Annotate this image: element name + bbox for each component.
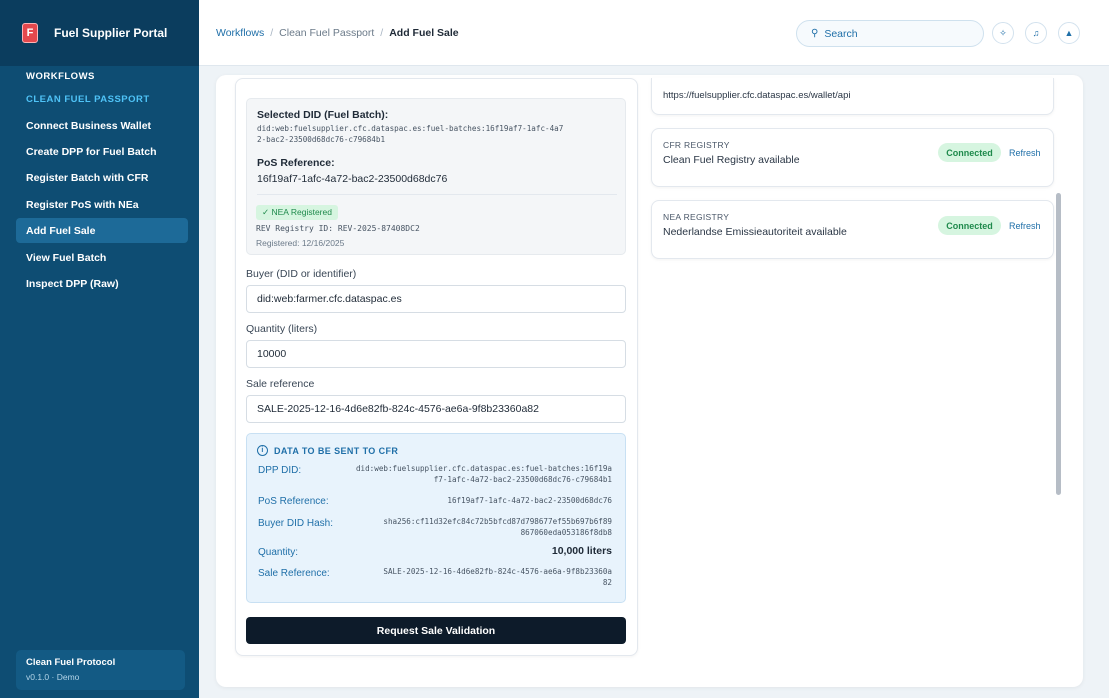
sidebar-footer: Clean Fuel Protocol v0.1.0 · Demo bbox=[16, 650, 185, 690]
cfr-registry-title: CFR REGISTRY bbox=[663, 140, 730, 150]
sale-ref-cfr-value: SALE-2025-12-16-4d6e82fb-824c-4576-ae6a-… bbox=[383, 566, 612, 588]
footer-title: Clean Fuel Protocol bbox=[26, 657, 116, 668]
sidebar-item-connect-business-wallet[interactable]: Connect Business Wallet bbox=[16, 113, 188, 138]
breadcrumb-workflows[interactable]: Workflows bbox=[216, 27, 264, 39]
search-placeholder: Search bbox=[824, 27, 858, 40]
nea-status-badge: Connected bbox=[938, 216, 1001, 235]
sale-ref-line2: 82 bbox=[602, 578, 612, 587]
app-title: Fuel Supplier Portal bbox=[54, 26, 168, 40]
pos-ref-key: PoS Reference: bbox=[258, 496, 329, 507]
sidebar-item-register-pos-nea[interactable]: Register PoS with NEa bbox=[16, 192, 188, 217]
selected-did-line2: 2-bac2-23500d68dc76-c79684b1 bbox=[257, 135, 386, 144]
selected-did-line1: did:web:fuelsupplier.cfc.dataspac.es:fue… bbox=[257, 124, 564, 133]
buyer-hash-value: sha256:cf11d32efc84c72b5bfcd87d798677ef5… bbox=[383, 516, 612, 538]
buyer-label: Buyer (DID or identifier) bbox=[246, 268, 357, 280]
buyer-input[interactable] bbox=[246, 285, 626, 313]
footer-version: v0.1.0 · Demo bbox=[26, 672, 80, 682]
sale-ref-line1: SALE-2025-12-16-4d6e82fb-824c-4576-ae6a-… bbox=[383, 567, 612, 576]
registered-date: Registered: 12/16/2025 bbox=[256, 238, 345, 248]
cfr-registry-desc: Clean Fuel Registry available bbox=[663, 154, 800, 166]
quantity-cfr-value: 10,000 liters bbox=[551, 545, 612, 557]
sidebar-item-register-batch-cfr[interactable]: Register Batch with CFR bbox=[16, 165, 188, 190]
quantity-key: Quantity: bbox=[258, 547, 299, 558]
cfr-refresh-link[interactable]: Refresh bbox=[1009, 148, 1041, 158]
buyer-hash-line1: sha256:cf11d32efc84c72b5bfcd87d798677ef5… bbox=[383, 517, 612, 526]
search-input[interactable]: ⚲ Search bbox=[796, 20, 984, 47]
sun-icon: ✧ bbox=[999, 27, 1007, 38]
user-menu-button[interactable]: ▲ bbox=[1058, 22, 1080, 44]
breadcrumb-clean-fuel-passport[interactable]: Clean Fuel Passport bbox=[279, 27, 374, 39]
buyer-hash-key: Buyer DID Hash: bbox=[258, 518, 334, 529]
sidebar-item-view-fuel-batch[interactable]: View Fuel Batch bbox=[16, 245, 188, 270]
request-sale-validation-button[interactable]: Request Sale Validation bbox=[246, 617, 626, 644]
breadcrumb-separator: / bbox=[270, 27, 274, 39]
dpp-did-line1: did:web:fuelsupplier.cfc.dataspac.es:fue… bbox=[355, 464, 612, 473]
info-icon: i bbox=[257, 445, 268, 456]
buyer-hash-line2: 867060eda053186f8db8 bbox=[520, 528, 612, 537]
bell-icon: ♫ bbox=[1032, 28, 1040, 38]
dpp-did-key: DPP DID: bbox=[258, 465, 302, 476]
selected-did-value: did:web:fuelsupplier.cfc.dataspac.es:fue… bbox=[257, 123, 617, 145]
divider bbox=[257, 194, 617, 195]
selected-did-label: Selected DID (Fuel Batch): bbox=[257, 109, 389, 121]
sidebar-item-inspect-dpp[interactable]: Inspect DPP (Raw) bbox=[16, 271, 188, 296]
search-icon: ⚲ bbox=[811, 28, 819, 39]
rev-registry-id: REV Registry ID: REV-2025-87408DC2 bbox=[256, 224, 420, 233]
nea-registry-title: NEA REGISTRY bbox=[663, 212, 730, 222]
cfr-heading-text: DATA TO BE SENT TO CFR bbox=[274, 445, 399, 456]
sale-reference-input[interactable] bbox=[246, 395, 626, 423]
breadcrumb-current: Add Fuel Sale bbox=[389, 27, 459, 39]
sidebar-item-add-fuel-sale[interactable]: Add Fuel Sale bbox=[16, 218, 188, 243]
dpp-did-line2: f7-1afc-4a72-bac2-23500d68dc76-c79684b1 bbox=[433, 475, 612, 484]
pos-ref-value: 16f19af7-1afc-4a72-bac2-23500d68dc76 bbox=[257, 173, 448, 185]
user-icon: ▲ bbox=[1064, 28, 1074, 38]
sidebar-item-create-dpp[interactable]: Create DPP for Fuel Batch bbox=[16, 139, 188, 164]
top-bar: Workflows / Clean Fuel Passport / Add Fu… bbox=[199, 0, 1109, 66]
pos-ref-cfr-value: 16f19af7-1afc-4a72-bac2-23500d68dc76 bbox=[447, 496, 612, 505]
nav-section-workflows: WORKFLOWS bbox=[26, 71, 95, 82]
quantity-input[interactable] bbox=[246, 340, 626, 368]
breadcrumb: Workflows / Clean Fuel Passport / Add Fu… bbox=[216, 27, 459, 39]
breadcrumb-separator: / bbox=[380, 27, 384, 39]
scrollbar-thumb[interactable] bbox=[1056, 193, 1061, 495]
cfr-status-badge: Connected bbox=[938, 143, 1001, 162]
quantity-label: Quantity (liters) bbox=[246, 323, 318, 335]
nea-refresh-link[interactable]: Refresh bbox=[1009, 221, 1041, 231]
fuel-logo-icon: F bbox=[22, 23, 38, 43]
brand[interactable]: F Fuel Supplier Portal bbox=[0, 0, 199, 66]
pos-ref-label: PoS Reference: bbox=[257, 157, 335, 169]
sale-reference-label: Sale reference bbox=[246, 378, 315, 390]
nav-section-clean-fuel-passport[interactable]: CLEAN FUEL PASSPORT bbox=[26, 94, 150, 105]
nea-registered-badge: ✓ NEA Registered bbox=[256, 205, 338, 220]
sale-ref-key: Sale Reference: bbox=[258, 568, 330, 579]
cfr-data-heading: i DATA TO BE SENT TO CFR bbox=[257, 445, 398, 456]
dpp-did-value: did:web:fuelsupplier.cfc.dataspac.es:fue… bbox=[356, 463, 612, 485]
notifications-button[interactable]: ♫ bbox=[1025, 22, 1047, 44]
sidebar: F Fuel Supplier Portal WORKFLOWS CLEAN F… bbox=[0, 0, 199, 698]
wallet-url: https://fuelsupplier.cfc.dataspac.es/wal… bbox=[663, 90, 851, 101]
theme-toggle-button[interactable]: ✧ bbox=[992, 22, 1014, 44]
nea-registry-desc: Nederlandse Emissieautoriteit available bbox=[663, 226, 847, 238]
